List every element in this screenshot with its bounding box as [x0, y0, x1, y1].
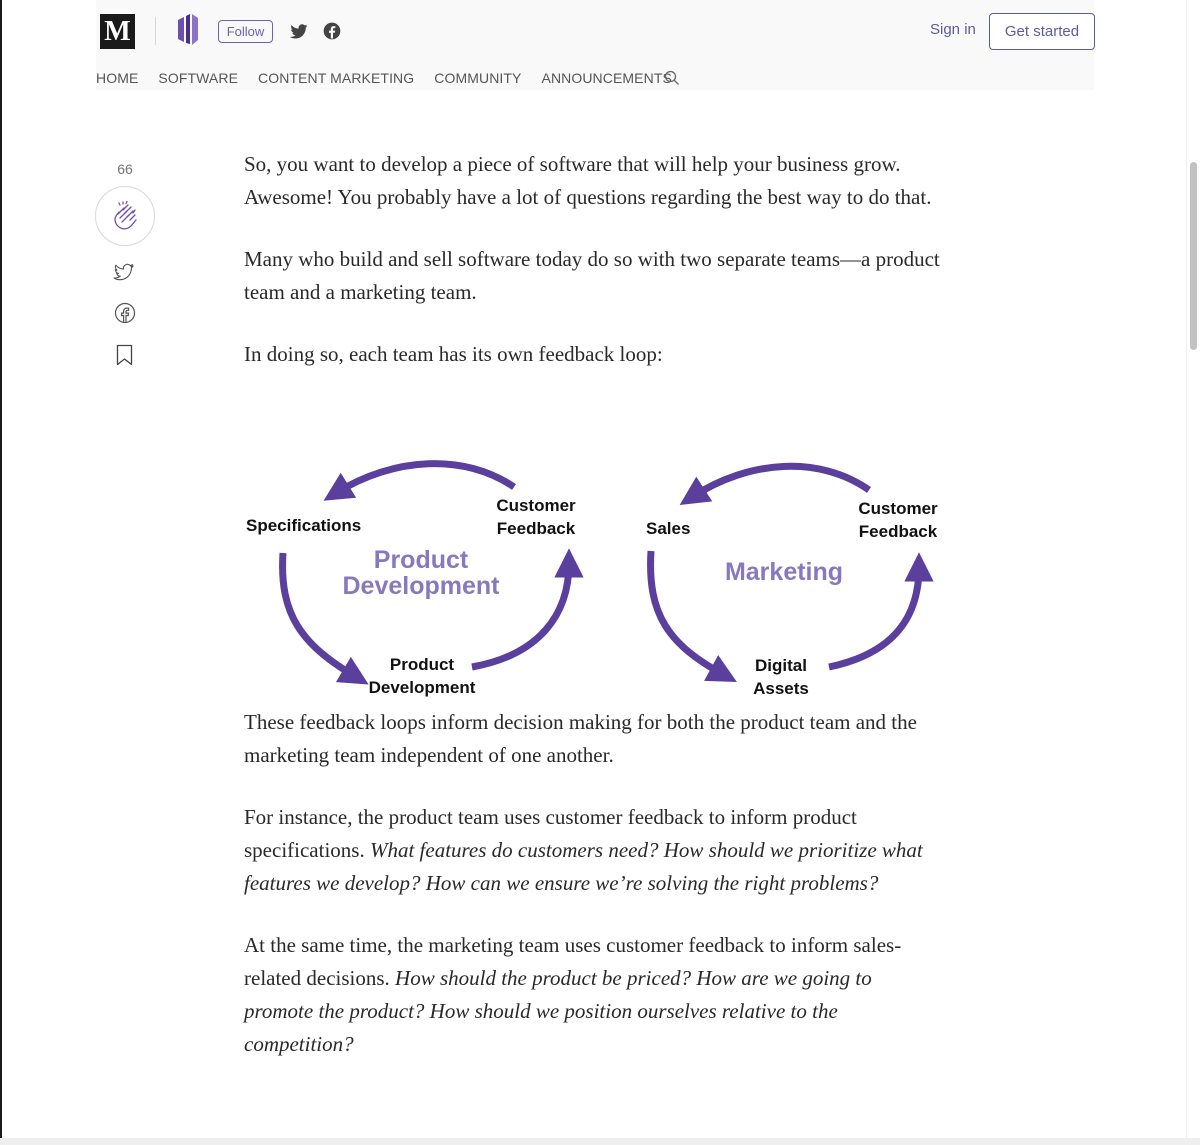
diagram-center-label: Marketing — [725, 558, 843, 586]
sign-in-link[interactable]: Sign in — [930, 21, 976, 38]
nav-item-community[interactable]: COMMUNITY — [434, 70, 521, 88]
paragraph: At the same time, the marketing team use… — [244, 929, 944, 1061]
nav-item-announcements[interactable]: ANNOUNCEMENTS — [542, 70, 672, 88]
twitter-icon[interactable] — [289, 21, 309, 41]
site-header: M Follow Sign in Get started HOME SOFTWA… — [96, 0, 1095, 90]
scrollbar-thumb[interactable] — [1190, 162, 1197, 350]
diagram-center-label: Product — [374, 546, 469, 574]
publication-logo-icon[interactable] — [174, 12, 202, 48]
search-icon[interactable] — [664, 70, 680, 86]
facebook-icon[interactable] — [322, 21, 342, 41]
loop-arrow — [679, 462, 872, 505]
diagram-node-label: Sales — [646, 519, 690, 538]
get-started-button[interactable]: Get started — [989, 13, 1095, 50]
product-development-loop: Customer Feedback Specifications Product… — [246, 460, 584, 697]
diagram-node-label: Product — [390, 655, 455, 674]
diagram-node-label: Feedback — [859, 522, 938, 541]
paragraph: For instance, the product team uses cust… — [244, 801, 944, 900]
clap-icon — [114, 200, 137, 230]
clap-button[interactable] — [95, 186, 155, 246]
diagram-node-label: Feedback — [497, 519, 576, 538]
paragraph: In doing so, each team has its own feedb… — [244, 342, 663, 366]
publication-nav: HOME SOFTWARE CONTENT MARKETING COMMUNIT… — [96, 70, 692, 88]
window-edge — [0, 0, 2, 1145]
paragraph: These feedback loops inform decision mak… — [244, 710, 917, 767]
loop-arrow — [323, 460, 516, 501]
facebook-icon[interactable] — [114, 302, 136, 324]
paragraph: Many who build and sell software today d… — [244, 247, 940, 304]
diagram-node-label: Specifications — [246, 516, 361, 535]
diagram-node-label: Development — [369, 678, 476, 697]
diagram-node-label: Digital — [755, 656, 807, 675]
nav-item-home[interactable]: HOME — [96, 70, 138, 88]
loop-arrow — [647, 550, 737, 683]
diagram-node-label: Customer — [858, 499, 938, 518]
paragraph: So, you want to develop a piece of softw… — [244, 152, 932, 209]
follow-button[interactable]: Follow — [218, 20, 273, 43]
medium-logo-icon[interactable]: M — [100, 14, 135, 49]
diagram-node-label: Assets — [753, 679, 809, 698]
header-divider — [155, 17, 156, 45]
twitter-icon[interactable] — [113, 262, 135, 282]
nav-item-content-marketing[interactable]: CONTENT MARKETING — [258, 70, 414, 88]
bottom-edge — [0, 1138, 1200, 1145]
diagram-center-label: Development — [343, 572, 501, 600]
feedback-loops-diagram: Customer Feedback Specifications Product… — [246, 460, 938, 698]
bookmark-icon[interactable] — [116, 344, 133, 366]
marketing-loop: Customer Feedback Sales Digital Assets M… — [646, 462, 938, 698]
diagram-node-label: Customer — [496, 496, 576, 515]
nav-item-software[interactable]: SOFTWARE — [158, 70, 238, 88]
clap-count[interactable]: 66 — [95, 161, 155, 177]
